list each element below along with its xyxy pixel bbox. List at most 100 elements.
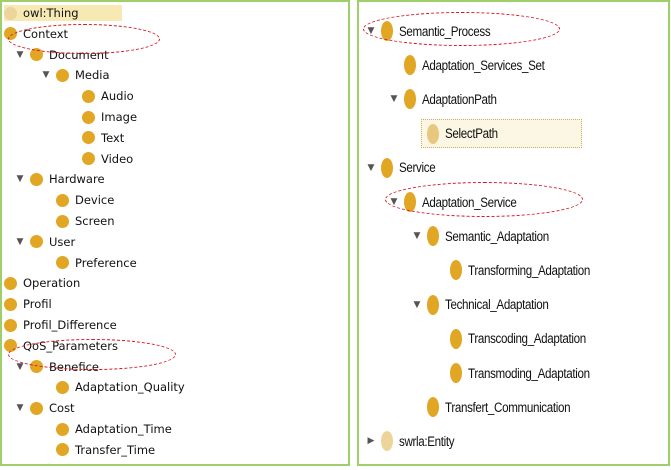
tree-item-label: Image bbox=[101, 110, 138, 124]
class-dot-icon bbox=[56, 68, 69, 82]
tree-item-label: Profil_Difference bbox=[23, 318, 117, 332]
tree-item-adaptation-services-set[interactable]: Adaptation_Services_Set bbox=[388, 52, 564, 78]
tree-item-adaptation-time[interactable]: Adaptation_Time bbox=[40, 419, 172, 439]
tree-item-benefice[interactable]: ▼ Benefice bbox=[14, 357, 99, 377]
tree-item-device[interactable]: Device bbox=[40, 190, 114, 210]
tree-item-preference[interactable]: Preference bbox=[40, 253, 137, 273]
class-dot-icon bbox=[56, 256, 69, 270]
tree-item-hardware[interactable]: ▼ Hardware bbox=[14, 169, 105, 189]
left-class-hierarchy-panel: owl:Thing ▼Context▼Document▼Media Audio Ima… bbox=[0, 0, 350, 466]
tree-item-label: Technical_Adaptation bbox=[445, 297, 549, 313]
tree-item-service[interactable]: ▼ Service bbox=[365, 155, 441, 181]
triangle-down-icon[interactable]: ▼ bbox=[14, 49, 26, 61]
triangle-down-icon[interactable]: ▼ bbox=[388, 196, 400, 208]
tree-item-label: Cost bbox=[49, 401, 75, 416]
triangle-down-icon[interactable]: ▼ bbox=[411, 230, 423, 242]
tree-item-operation[interactable]: Operation bbox=[0, 273, 80, 293]
tree-item-transfer-time[interactable]: Transfer_Time bbox=[40, 440, 155, 460]
class-dot-icon bbox=[450, 260, 462, 281]
tree-item-label: Transfert_Communication bbox=[445, 399, 571, 415]
tree-item-qos-parameters[interactable]: ▼QoS_Parameters bbox=[0, 336, 118, 356]
tree-item-adaptation-service[interactable]: ▼ Adaptation_Service bbox=[388, 189, 532, 215]
tree-item-selectpath[interactable]: SelectPath bbox=[411, 121, 506, 147]
class-dot-icon bbox=[404, 192, 416, 212]
tree-item-label: Device bbox=[75, 193, 115, 208]
tree-item-context[interactable]: ▼Context bbox=[0, 24, 68, 44]
class-dot-icon bbox=[4, 318, 17, 332]
tree-item-label: Adaptation_Time bbox=[75, 422, 172, 436]
tree-item-label: owl:Thing bbox=[23, 6, 79, 20]
class-dot-icon bbox=[56, 422, 69, 436]
triangle-down-icon[interactable]: ▼ bbox=[40, 69, 52, 81]
triangle-down-icon[interactable]: ▼ bbox=[388, 93, 400, 105]
triangle-down-icon[interactable]: ▼ bbox=[14, 361, 26, 373]
class-dot-icon bbox=[450, 328, 462, 349]
tree-item-label: Transmoding_Adaptation bbox=[468, 365, 590, 381]
tree-item-adaptation-quality[interactable]: Adaptation_Quality bbox=[40, 377, 185, 397]
tree-item-label: Audio bbox=[101, 89, 134, 104]
tree-item-label: Hardware bbox=[49, 172, 105, 187]
class-dot-icon bbox=[82, 131, 95, 145]
tree-item-label: Adaptation_Services_Set bbox=[422, 57, 545, 73]
class-dot-icon bbox=[30, 360, 43, 374]
triangle-right-icon[interactable]: ▶ bbox=[365, 435, 377, 447]
triangle-down-icon[interactable]: ▼ bbox=[365, 162, 377, 174]
tree-item-label: Benefice bbox=[49, 359, 99, 374]
tree-item-media[interactable]: ▼ Media bbox=[40, 65, 110, 85]
tree-item-text[interactable]: Text bbox=[66, 128, 124, 148]
tree-item-transmoding-adaptation[interactable]: Transmoding_Adaptation bbox=[434, 360, 610, 386]
tree-item-semantic-process[interactable]: ▼ Semantic_Process bbox=[365, 18, 505, 44]
tree-item-user[interactable]: ▼ User bbox=[14, 232, 76, 252]
triangle-down-icon[interactable]: ▼ bbox=[365, 25, 377, 37]
tree-item-label: Screen bbox=[75, 214, 115, 228]
tree-item-label: Text bbox=[101, 130, 125, 145]
right-class-hierarchy-panel: ▼ Semantic_Process Adaptation_Services_Set… bbox=[357, 0, 670, 466]
class-dot-icon bbox=[427, 397, 439, 418]
tree-item-profil[interactable]: Profil bbox=[0, 294, 52, 314]
tree-item-image[interactable]: Image bbox=[66, 107, 137, 127]
class-dot-icon bbox=[4, 339, 17, 353]
class-dot-icon bbox=[56, 380, 69, 394]
tree-item-label: Operation bbox=[23, 276, 81, 291]
tree-item-screen[interactable]: Screen bbox=[40, 211, 115, 231]
class-dot-icon bbox=[404, 55, 416, 76]
tree-item-transforming-adaptation[interactable]: Transforming_Adaptation bbox=[434, 257, 610, 283]
tree-item-label: swrla:Entity bbox=[399, 433, 455, 449]
class-dot-icon bbox=[82, 110, 95, 124]
class-dot-icon bbox=[381, 21, 393, 41]
triangle-down-icon[interactable]: ▼ bbox=[14, 402, 26, 414]
class-dot-icon bbox=[56, 193, 69, 207]
class-dot-icon bbox=[4, 6, 17, 20]
triangle-down-icon[interactable]: ▼ bbox=[14, 173, 26, 185]
tree-item-cost[interactable]: ▼ Cost bbox=[14, 398, 75, 418]
triangle-down-icon[interactable]: ▼ bbox=[14, 236, 26, 248]
tree-item-profil-difference[interactable]: Profil_Difference bbox=[0, 315, 117, 335]
class-dot-icon bbox=[381, 157, 393, 178]
tree-item-owl-thing[interactable]: owl:Thing bbox=[0, 3, 79, 23]
tree-item-video[interactable]: Video bbox=[66, 149, 133, 169]
tree-item-label: Profil bbox=[23, 297, 52, 312]
class-dot-icon bbox=[30, 235, 43, 249]
tree-item-transfert-communication[interactable]: Transfert_Communication bbox=[411, 394, 591, 420]
tree-item-transcoding-adaptation[interactable]: Transcoding_Adaptation bbox=[434, 326, 605, 352]
class-dot-icon bbox=[4, 27, 17, 41]
tree-item-label: Transcoding_Adaptation bbox=[468, 331, 586, 347]
class-dot-icon bbox=[427, 123, 439, 144]
tree-item-technical-adaptation[interactable]: ▼ Technical_Adaptation bbox=[411, 292, 565, 318]
tree-item-swrla-entity[interactable]: ▶ swrla:Entity bbox=[365, 428, 463, 454]
tree-item-semantic-adaptation[interactable]: ▼ Semantic_Adaptation bbox=[411, 223, 566, 249]
class-dot-icon bbox=[30, 48, 43, 62]
class-dot-icon bbox=[4, 297, 17, 311]
tree-item-label: AdaptationPath bbox=[422, 91, 497, 107]
triangle-down-icon[interactable]: ▼ bbox=[411, 299, 423, 311]
class-dot-icon bbox=[56, 443, 69, 457]
tree-item-label: Video bbox=[101, 151, 134, 166]
tree-item-document[interactable]: ▼ Document bbox=[14, 45, 109, 65]
tree-item-adaptationpath[interactable]: ▼ AdaptationPath bbox=[388, 86, 509, 112]
tree-item-label: User bbox=[49, 234, 76, 249]
tree-item-label: Semantic_Process bbox=[399, 23, 491, 39]
class-dot-icon bbox=[4, 276, 17, 290]
class-dot-icon bbox=[30, 401, 43, 415]
class-dot-icon bbox=[427, 226, 439, 247]
tree-item-audio[interactable]: Audio bbox=[66, 86, 134, 106]
